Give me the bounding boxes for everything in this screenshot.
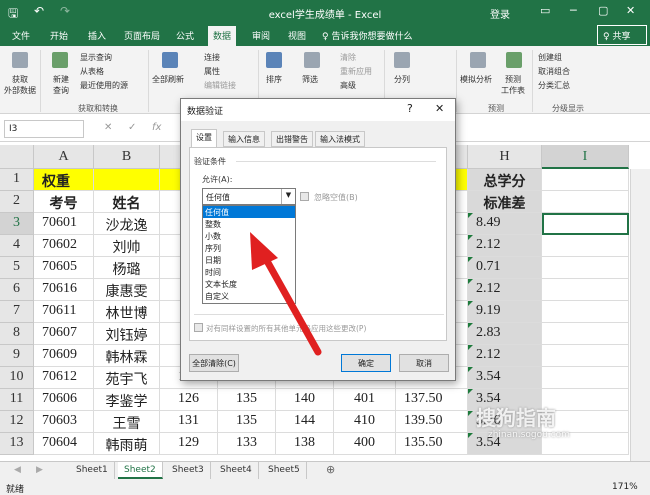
red-arrow [250, 232, 322, 356]
